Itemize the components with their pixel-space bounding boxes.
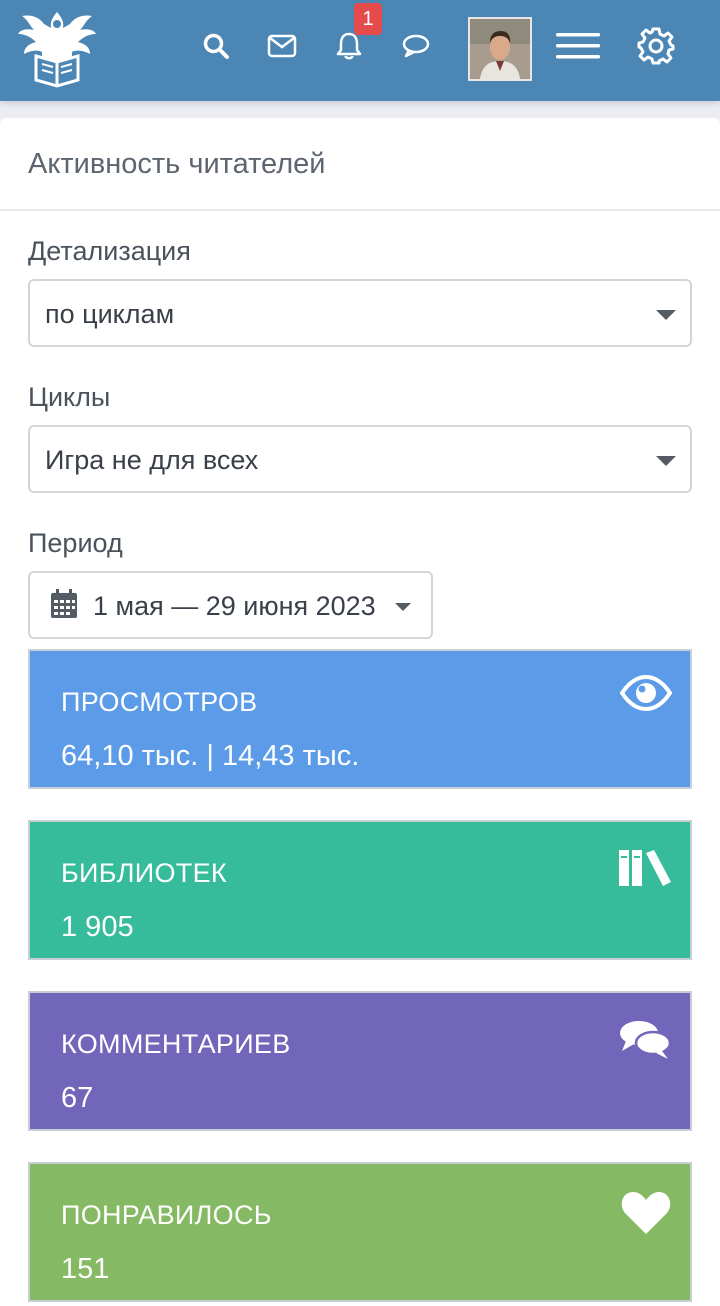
heart-icon: [620, 1190, 672, 1241]
stat-label: КОММЕНТАРИЕВ: [61, 1029, 291, 1059]
detail-label: Детализация: [28, 236, 191, 266]
stat-value: 151: [61, 1253, 110, 1285]
detail-select-value: по циклам: [45, 299, 175, 329]
search-icon[interactable]: [196, 26, 236, 66]
gear-icon[interactable]: [636, 26, 676, 66]
calendar-icon: [50, 589, 78, 624]
detail-select[interactable]: по циклам: [28, 279, 692, 347]
stat-value: 1 905: [61, 911, 134, 943]
top-navigation-bar: 1: [0, 0, 720, 101]
stat-likes[interactable]: ПОНРАВИЛОСЬ 151: [28, 1162, 692, 1302]
chevron-down-icon: [656, 456, 676, 466]
comments-icon: [618, 1019, 672, 1066]
cycles-select[interactable]: Игра не для всех: [28, 425, 692, 493]
chevron-down-icon: [656, 310, 676, 320]
stat-label: ПРОСМОТРОВ: [61, 687, 258, 717]
cycles-label: Циклы: [28, 382, 111, 412]
reader-activity-card: Активность читателей Детализация по цикл…: [0, 118, 720, 1306]
period-value: 1 мая — 29 июня 2023: [93, 591, 376, 621]
chevron-down-icon: [395, 603, 411, 611]
logo-icon[interactable]: [14, 8, 100, 90]
stat-comments[interactable]: КОММЕНТАРИЕВ 67: [28, 991, 692, 1131]
avatar[interactable]: [468, 17, 532, 81]
period-label: Период: [28, 528, 123, 558]
eye-icon: [619, 674, 673, 716]
stat-value: 64,10 тыс. | 14,43 тыс.: [61, 740, 360, 772]
notification-badge: 1: [354, 3, 382, 35]
page-title: Активность читателей: [28, 148, 326, 180]
stat-label: ПОНРАВИЛОСЬ: [61, 1200, 272, 1230]
period-picker[interactable]: 1 мая — 29 июня 2023: [28, 571, 433, 639]
stat-label: БИБЛИОТЕК: [61, 858, 227, 888]
mail-icon[interactable]: [262, 26, 302, 66]
cycles-select-value: Игра не для всех: [45, 445, 259, 475]
books-icon: [618, 848, 672, 893]
stat-views[interactable]: ПРОСМОТРОВ 64,10 тыс. | 14,43 тыс.: [28, 649, 692, 789]
stat-value: 67: [61, 1082, 94, 1114]
chat-icon[interactable]: [396, 26, 436, 66]
menu-icon[interactable]: [554, 26, 602, 66]
stat-libraries[interactable]: БИБЛИОТЕК 1 905: [28, 820, 692, 960]
title-divider: [0, 209, 720, 211]
